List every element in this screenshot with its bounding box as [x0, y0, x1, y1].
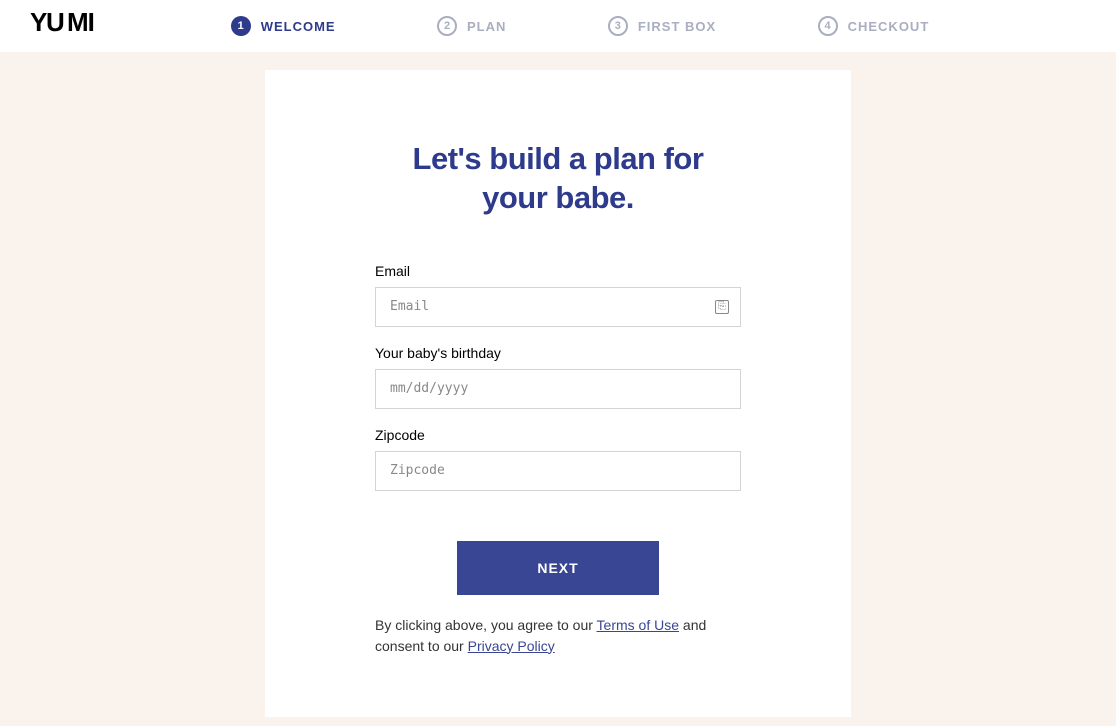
zipcode-field[interactable]: [375, 451, 741, 491]
step-circle-3: 3: [608, 16, 628, 36]
email-group: Email ⎘: [375, 263, 741, 327]
zipcode-label: Zipcode: [375, 427, 741, 443]
svg-text:Y: Y: [30, 11, 47, 35]
steps-nav: 1 WELCOME 2 PLAN 3 FIRST BOX 4 CHECKOUT: [180, 16, 980, 36]
step-label-plan: PLAN: [467, 19, 506, 34]
step-label-welcome: WELCOME: [261, 19, 336, 34]
step-welcome[interactable]: 1 WELCOME: [231, 16, 336, 36]
page-title: Let's build a plan for your babe.: [375, 140, 741, 218]
title-line2: your babe.: [482, 180, 634, 215]
title-line1: Let's build a plan for: [413, 141, 704, 176]
terms-link[interactable]: Terms of Use: [597, 617, 679, 633]
birthday-field[interactable]: [375, 369, 741, 409]
zipcode-group: Zipcode: [375, 427, 741, 491]
header: Y U MI 1 WELCOME 2 PLAN 3 FIRST BOX 4 CH…: [0, 0, 1116, 52]
birthday-group: Your baby's birthday: [375, 345, 741, 409]
step-first-box[interactable]: 3 FIRST BOX: [608, 16, 716, 36]
step-checkout[interactable]: 4 CHECKOUT: [818, 16, 930, 36]
step-plan[interactable]: 2 PLAN: [437, 16, 506, 36]
step-circle-4: 4: [818, 16, 838, 36]
step-label-first-box: FIRST BOX: [638, 19, 716, 34]
birthday-label: Your baby's birthday: [375, 345, 741, 361]
form-card: Let's build a plan for your babe. Email …: [265, 70, 851, 717]
step-circle-2: 2: [437, 16, 457, 36]
logo-svg: Y U MI: [30, 11, 120, 35]
email-field[interactable]: [375, 287, 741, 327]
privacy-link[interactable]: Privacy Policy: [468, 638, 555, 654]
logo: Y U MI: [30, 11, 120, 42]
next-button[interactable]: NEXT: [457, 541, 659, 595]
svg-text:MI: MI: [67, 11, 94, 35]
step-circle-1: 1: [231, 16, 251, 36]
email-label: Email: [375, 263, 741, 279]
consent-text: By clicking above, you agree to our Term…: [375, 615, 741, 657]
consent-prefix: By clicking above, you agree to our: [375, 617, 597, 633]
step-label-checkout: CHECKOUT: [848, 19, 930, 34]
svg-text:U: U: [46, 11, 64, 35]
